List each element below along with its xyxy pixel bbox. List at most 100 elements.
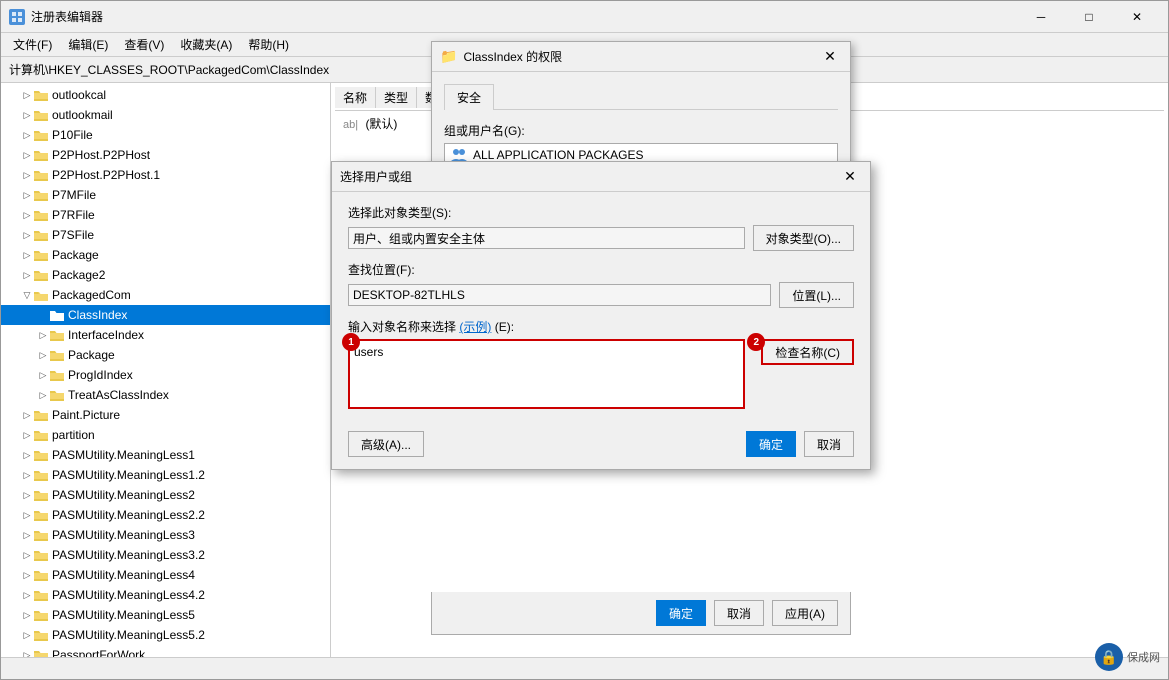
- expand-arrow: ▷: [21, 409, 33, 421]
- tree-item-package[interactable]: ▷ Package: [1, 245, 330, 265]
- type-column-header[interactable]: 类型: [376, 87, 417, 108]
- permissions-dialog-title-bar: 📁 ClassIndex 的权限 ✕: [432, 42, 850, 72]
- tree-item-outlookmail[interactable]: ▷ outlookmail: [1, 105, 330, 125]
- tree-item-package-child[interactable]: ▷ Package: [1, 345, 330, 365]
- tree-item-progidindex[interactable]: ▷ ProgIdIndex: [1, 365, 330, 385]
- tree-item-label: Package2: [52, 268, 105, 282]
- expand-arrow: ▷: [21, 589, 33, 601]
- permissions-close-button[interactable]: ✕: [818, 45, 842, 69]
- tree-item-interfaceindex[interactable]: ▷ InterfaceIndex: [1, 325, 330, 345]
- registry-tree[interactable]: ▷ outlookcal ▷ outlookmail ▷: [1, 83, 331, 657]
- tree-item-p7rfile[interactable]: ▷ P7RFile: [1, 205, 330, 225]
- tree-item-pasm1[interactable]: ▷ PASMUtility.MeaningLess1: [1, 445, 330, 465]
- tree-item-pasm52[interactable]: ▷ PASMUtility.MeaningLess5.2: [1, 625, 330, 645]
- tree-item-pasm5[interactable]: ▷ PASMUtility.MeaningLess5: [1, 605, 330, 625]
- object-type-row: 对象类型(O)...: [348, 225, 854, 251]
- tree-item-package2[interactable]: ▷ Package2: [1, 265, 330, 285]
- tree-item-classindex[interactable]: ClassIndex: [1, 305, 330, 325]
- tab-security[interactable]: 安全: [444, 84, 494, 110]
- object-type-button[interactable]: 对象类型(O)...: [753, 225, 854, 251]
- location-section: 查找位置(F): 位置(L)...: [348, 261, 854, 308]
- expand-arrow: ▷: [21, 429, 33, 441]
- select-user-dialog-title: 选择用户或组: [340, 168, 412, 185]
- expand-arrow: ▷: [21, 189, 33, 201]
- folder-icon: [33, 648, 49, 657]
- tree-item-label: PASMUtility.MeaningLess5.2: [52, 628, 205, 642]
- folder-icon: [49, 328, 65, 342]
- minimize-button[interactable]: ─: [1018, 2, 1064, 32]
- tree-item-pasm42[interactable]: ▷ PASMUtility.MeaningLess4.2: [1, 585, 330, 605]
- close-button[interactable]: ✕: [1114, 2, 1160, 32]
- object-type-input[interactable]: [348, 227, 745, 249]
- tree-item-treatasclassindex[interactable]: ▷ TreatAsClassIndex: [1, 385, 330, 405]
- tree-item-partition[interactable]: ▷ partition: [1, 425, 330, 445]
- select-user-cancel-button[interactable]: 取消: [804, 431, 854, 457]
- tree-item-label: InterfaceIndex: [68, 328, 144, 342]
- advanced-button[interactable]: 高级(A)...: [348, 431, 424, 457]
- expand-arrow: ▷: [21, 209, 33, 221]
- tree-item-pasm4[interactable]: ▷ PASMUtility.MeaningLess4: [1, 565, 330, 585]
- folder-icon: [49, 388, 65, 402]
- tree-item-p2phost1[interactable]: ▷ P2PHost.P2PHost.1: [1, 165, 330, 185]
- tree-item-label: TreatAsClassIndex: [68, 388, 169, 402]
- expand-arrow: ▷: [21, 549, 33, 561]
- tree-item-label: Package: [52, 248, 99, 262]
- tree-item-label: PASMUtility.MeaningLess2: [52, 488, 195, 502]
- select-user-ok-button[interactable]: 确定: [746, 431, 796, 457]
- tree-item-packagedcom[interactable]: ▽ PackagedCom: [1, 285, 330, 305]
- tree-item-outlookcal[interactable]: ▷ outlookcal: [1, 85, 330, 105]
- expand-arrow: ▷: [21, 449, 33, 461]
- folder-icon: [33, 188, 49, 202]
- check-names-wrapper: 2 检查名称(C): [753, 339, 854, 365]
- names-example-link[interactable]: (示例): [459, 320, 491, 334]
- tree-item-label: ClassIndex: [68, 308, 127, 322]
- select-user-close-button[interactable]: ✕: [838, 165, 862, 189]
- menu-help[interactable]: 帮助(H): [240, 34, 297, 55]
- expand-arrow: ▷: [21, 269, 33, 281]
- title-bar: 注册表编辑器 ─ □ ✕: [1, 1, 1168, 33]
- menu-edit[interactable]: 编辑(E): [60, 34, 116, 55]
- tree-item-label: PASMUtility.MeaningLess3.2: [52, 548, 205, 562]
- menu-file[interactable]: 文件(F): [5, 34, 60, 55]
- check-names-button[interactable]: 检查名称(C): [761, 339, 854, 365]
- address-label: 计算机\HKEY_CLASSES_ROOT\PackagedCom\ClassI…: [9, 61, 329, 78]
- location-button[interactable]: 位置(L)...: [779, 282, 854, 308]
- permissions-tab-bar: 安全: [444, 84, 838, 110]
- folder-icon: [33, 228, 49, 242]
- tree-item-label: PASMUtility.MeaningLess4: [52, 568, 195, 582]
- names-input-field[interactable]: users: [348, 339, 745, 409]
- expand-arrow: ▷: [37, 389, 49, 401]
- tree-item-pasm32[interactable]: ▷ PASMUtility.MeaningLess3.2: [1, 545, 330, 565]
- names-input-row: 1 users 2 检查名称(C): [348, 339, 854, 409]
- location-input[interactable]: [348, 284, 771, 306]
- tree-item-passportforwork[interactable]: ▷ PassportForWork: [1, 645, 330, 657]
- tree-item-label: P7MFile: [52, 188, 96, 202]
- tree-item-p2phost[interactable]: ▷ P2PHost.P2PHost: [1, 145, 330, 165]
- tree-item-pasm3[interactable]: ▷ PASMUtility.MeaningLess3: [1, 525, 330, 545]
- expand-arrow: ▷: [21, 129, 33, 141]
- tree-item-pasm22[interactable]: ▷ PASMUtility.MeaningLess2.2: [1, 505, 330, 525]
- menu-view[interactable]: 查看(V): [116, 34, 172, 55]
- permissions-title-left: 📁 ClassIndex 的权限: [440, 48, 562, 65]
- status-bar: [1, 657, 1168, 679]
- expand-arrow: ▷: [21, 89, 33, 101]
- menu-favorites[interactable]: 收藏夹(A): [172, 34, 240, 55]
- expand-arrow: ▷: [37, 349, 49, 361]
- name-column-header[interactable]: 名称: [335, 87, 376, 108]
- tree-item-pasm12[interactable]: ▷ PASMUtility.MeaningLess1.2: [1, 465, 330, 485]
- folder-icon: [49, 308, 65, 322]
- tree-item-pasm2[interactable]: ▷ PASMUtility.MeaningLess2: [1, 485, 330, 505]
- tree-item-paintpicture[interactable]: ▷ Paint.Picture: [1, 405, 330, 425]
- expand-arrow-packagedcom: ▽: [21, 289, 33, 301]
- tree-item-p7mfile[interactable]: ▷ P7MFile: [1, 185, 330, 205]
- expand-arrow: ▷: [21, 109, 33, 121]
- select-user-dialog[interactable]: 选择用户或组 ✕ 选择此对象类型(S): 对象类型(O)... 查找位置(F):: [331, 161, 871, 470]
- folder-icon: [33, 168, 49, 182]
- tree-item-p7sfile[interactable]: ▷ P7SFile: [1, 225, 330, 245]
- folder-icon: [33, 508, 49, 522]
- maximize-button[interactable]: □: [1066, 2, 1112, 32]
- tree-item-label: ProgIdIndex: [68, 368, 133, 382]
- tree-item-label: PASMUtility.MeaningLess3: [52, 528, 195, 542]
- folder-icon: [33, 428, 49, 442]
- tree-item-p10file[interactable]: ▷ P10File: [1, 125, 330, 145]
